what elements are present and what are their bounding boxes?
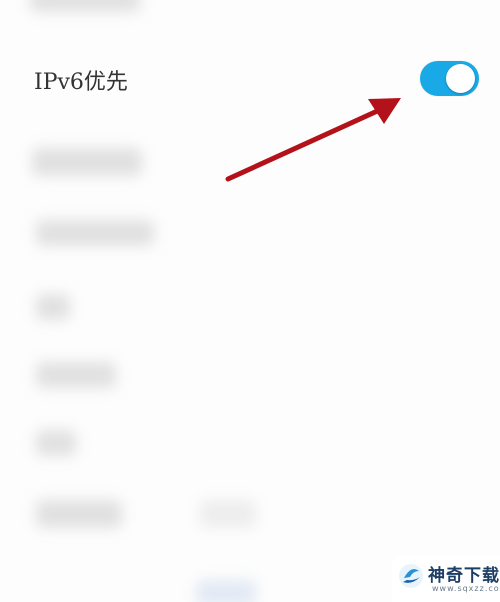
toggle-knob bbox=[446, 64, 475, 93]
blurred-row-label-1 bbox=[32, 148, 142, 176]
settings-screen: IPv6优先 神奇下载 www.sqxzz.com bbox=[0, 0, 500, 602]
ipv6-priority-row[interactable]: IPv6优先 bbox=[0, 50, 500, 110]
blurred-row-label-4 bbox=[36, 362, 116, 388]
watermark-url: www.sqxzz.com bbox=[432, 584, 500, 593]
blurred-row-label-6 bbox=[36, 500, 122, 528]
blurred-row-top bbox=[30, 0, 140, 12]
ipv6-priority-toggle[interactable] bbox=[420, 61, 479, 96]
download-logo-icon bbox=[399, 564, 423, 588]
blurred-row-value-6 bbox=[200, 500, 256, 528]
watermark-title: 神奇下载 bbox=[428, 566, 500, 586]
watermark: 神奇下载 www.sqxzz.com bbox=[392, 556, 500, 602]
ipv6-priority-label: IPv6优先 bbox=[34, 70, 128, 95]
blurred-row-label-3 bbox=[36, 294, 70, 320]
blurred-row-label-2 bbox=[36, 220, 154, 246]
blurred-row-label-5 bbox=[36, 430, 76, 456]
blurred-bottom-element bbox=[196, 580, 256, 602]
